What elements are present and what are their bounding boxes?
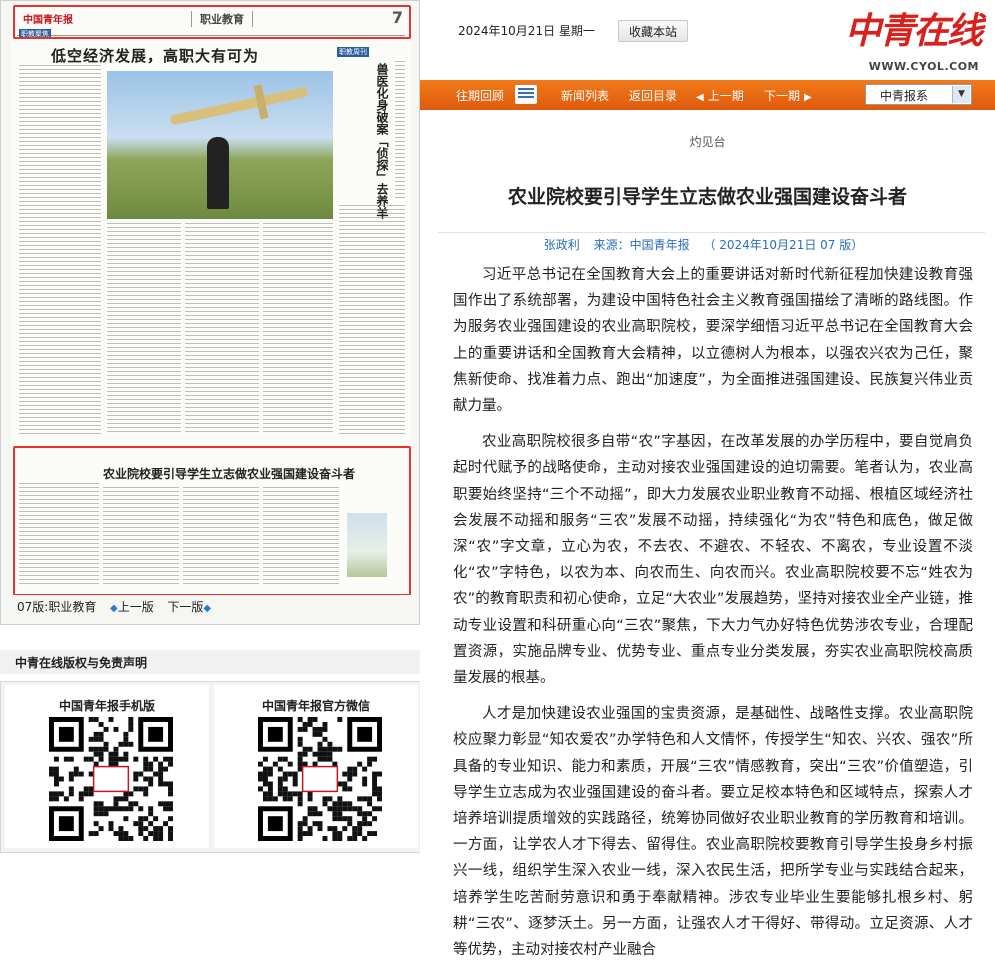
qr-wechat-title: 中国青年报官方微信 xyxy=(261,699,370,713)
current-date: 2024年10月21日 星期一 xyxy=(458,24,595,38)
newspaper-page-frame: 中国青年报 职业教育 7 职教聚焦 职教周刊 低空经济发展，高职大有可为 兽医化… xyxy=(0,0,420,625)
article-body: 习近平总书记在全国教育大会上的重要讲话对新时代新征程加快建设教育强国作出了系统部… xyxy=(453,262,973,973)
article-meta: 张政利 来源：中国青年报 （ 2024年10月21日 07 版） xyxy=(420,236,987,253)
next-page-link[interactable]: 下一版 xyxy=(167,600,203,614)
page-pager: 07版:职业教育 ◆上一版 下一版◆ xyxy=(17,598,211,615)
photo-drone-wing xyxy=(169,86,309,126)
article-panel: 灼见台 农业院校要引导学生立志做农业强国建设奋斗者 张政利 来源：中国青年报 （… xyxy=(420,110,995,958)
nav-back-to-index[interactable]: 返回目录 xyxy=(629,87,677,104)
right-arrow-icon: ▶ xyxy=(804,92,812,103)
paper-text-column xyxy=(263,223,333,435)
paper-text-column xyxy=(339,205,405,435)
prev-arrow-icon: ◆ xyxy=(109,603,118,614)
site-logo[interactable]: 中青在线 xyxy=(845,2,983,54)
article-source: 来源：中国青年报 xyxy=(593,238,690,252)
article-paragraph: 习近平总书记在全国教育大会上的重要讲话对新时代新征程加快建设教育强国作出了系统部… xyxy=(453,267,973,415)
top-bar: 2024年10月21日 星期一 收藏本站 中青在线 WWW.CYOL.COM xyxy=(420,0,995,80)
highlight-box-article[interactable] xyxy=(13,446,411,595)
edition-label[interactable]: 07版:职业教育 xyxy=(17,600,96,614)
paper-side-headline: 兽医化身破案「侦探」去养羊 xyxy=(375,63,389,219)
qr-mobile-title: 中国青年报手机版 xyxy=(58,699,155,713)
nav-back-issues[interactable]: 往期回顾 xyxy=(456,87,504,104)
prev-page-link[interactable]: 上一版 xyxy=(118,600,154,614)
paper-series-select[interactable]: 中青报系 ▼ xyxy=(865,84,972,105)
article-paragraph: 人才是加快建设农业强国的宝贵资源，是基础性、战略性支撑。农业高职院校应聚力彰显“… xyxy=(453,706,973,959)
left-panel: 中国青年报 职业教育 7 职教聚焦 职教周刊 低空经济发展，高职大有可为 兽医化… xyxy=(0,0,432,897)
favorite-button[interactable]: 收藏本站 xyxy=(618,20,688,42)
nav-next-issue-label: 下一期 xyxy=(764,89,801,103)
chevron-down-icon[interactable]: ▼ xyxy=(952,86,970,103)
copyright-title[interactable]: 中青在线版权与免责声明 xyxy=(15,654,147,671)
nav-news-list[interactable]: 新闻列表 xyxy=(561,87,609,104)
nav-next-issue[interactable]: 下一期 ▶ xyxy=(764,87,812,104)
paper-text-column xyxy=(107,223,181,435)
nav-prev-issue-label: 上一期 xyxy=(707,89,744,103)
article-column: 灼见台 xyxy=(689,135,726,149)
qr-code-wechat xyxy=(258,717,382,841)
paper-side-kicker xyxy=(395,61,405,201)
paper-tag-right: 职教周刊 xyxy=(337,47,369,57)
highlight-box-masthead xyxy=(13,5,411,39)
next-arrow-icon: ◆ xyxy=(203,603,212,614)
paper-text-column xyxy=(19,65,101,435)
right-panel: 2024年10月21日 星期一 收藏本站 中青在线 WWW.CYOL.COM 往… xyxy=(420,0,995,958)
copyright-bar: 中青在线版权与免责声明 xyxy=(0,650,432,674)
paper-photo-drone xyxy=(107,71,333,219)
meta-divider xyxy=(438,232,985,233)
article-date-edition: （ 2024年10月21日 07 版） xyxy=(703,238,864,252)
left-arrow-icon: ◀ xyxy=(696,92,704,103)
qr-area: 中国青年报手机版 中国青年报官方微信 xyxy=(0,681,421,853)
newspaper-page-image[interactable]: 中国青年报 职业教育 7 职教聚焦 职教周刊 低空经济发展，高职大有可为 兽医化… xyxy=(11,5,411,595)
qr-card-wechat: 中国青年报官方微信 xyxy=(214,685,418,848)
qr-card-mobile: 中国青年报手机版 xyxy=(5,685,209,848)
list-grid-icon[interactable] xyxy=(515,85,537,104)
paper-series-select-value: 中青报系 xyxy=(880,89,929,103)
article-author: 张政利 xyxy=(543,238,580,252)
site-url: WWW.CYOL.COM xyxy=(868,60,979,73)
paper-headline: 低空经济发展，高职大有可为 xyxy=(51,47,260,65)
article-title: 农业院校要引导学生立志做农业强国建设奋斗者 xyxy=(507,186,907,208)
nav-prev-issue[interactable]: ◀ 上一期 xyxy=(696,87,744,104)
qr-code-mobile xyxy=(49,717,173,841)
article-paragraph: 农业高职院校很多自带“农”字基因，在改革发展的办学历程中，要自觉肩负起时代赋予的… xyxy=(453,434,973,687)
paper-text-column xyxy=(185,223,259,435)
photo-person xyxy=(207,137,229,209)
nav-bar: 往期回顾 新闻列表 返回目录 ◀ 上一期 下一期 ▶ 中青报系 ▼ xyxy=(420,80,995,110)
